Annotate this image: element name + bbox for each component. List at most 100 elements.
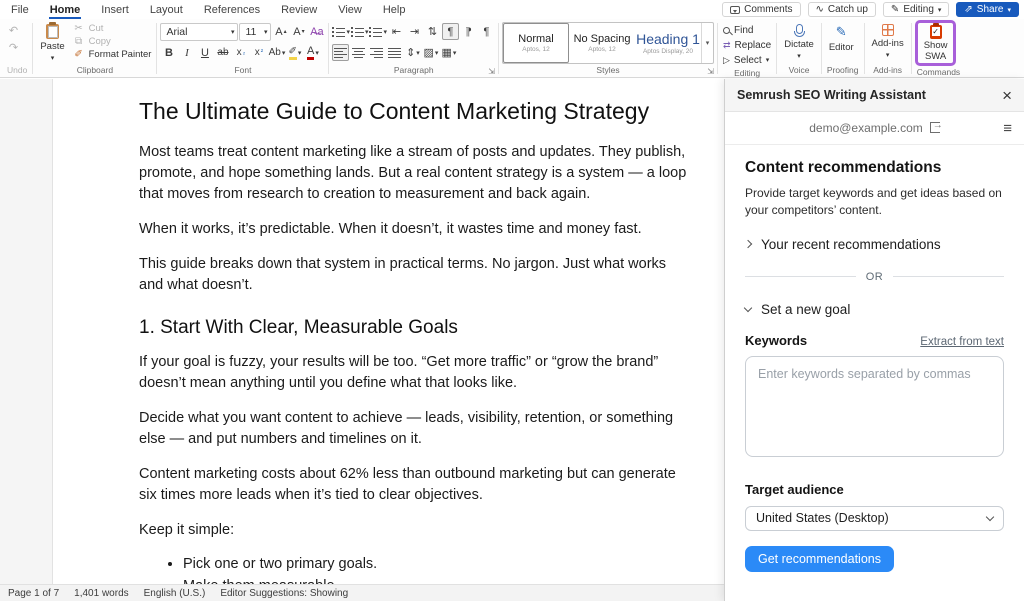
tab-view[interactable]: View (337, 2, 363, 18)
paragraph: Most teams treat content marketing like … (139, 142, 690, 205)
right-to-left-button[interactable]: ¶ (460, 23, 477, 40)
multilevel-list-button[interactable]: ▾ (369, 23, 387, 40)
clear-formatting-icon: A̶a (310, 26, 323, 38)
superscript-button[interactable]: x² (250, 44, 267, 61)
swa-label-line2: SWA (925, 51, 946, 62)
account-email: demo@example.com (809, 121, 923, 135)
style-normal[interactable]: Normal Aptos, 12 (503, 23, 569, 63)
style-heading-1[interactable]: Heading 1 Aptos Display, 20 (635, 23, 701, 63)
chevron-down-icon: ▾ (886, 51, 890, 59)
extract-from-text-link[interactable]: Extract from text (920, 336, 1004, 348)
style-no-spacing[interactable]: No Spacing Aptos, 12 (569, 23, 635, 63)
format-painter-button[interactable]: ✐ Format Painter (71, 48, 154, 61)
tab-home[interactable]: Home (49, 2, 82, 18)
paste-button[interactable]: Paste ▾ (36, 22, 68, 62)
styles-gallery-more-button[interactable]: ▾ (701, 23, 713, 63)
word-count[interactable]: 1,401 words (74, 588, 128, 599)
get-recommendations-button[interactable]: Get recommendations (745, 546, 894, 572)
decrease-indent-button[interactable]: ⇤ (388, 23, 405, 40)
copy-icon: ⧉ (73, 36, 85, 47)
styles-dialog-launcher[interactable]: ⇲ (707, 67, 714, 76)
target-audience-select[interactable]: United States (Desktop) (745, 506, 1004, 531)
swa-label-line1: Show (924, 40, 948, 51)
show-swa-button[interactable]: Show SWA (920, 23, 952, 63)
borders-button[interactable]: ▦▾ (440, 44, 457, 61)
line-spacing-button[interactable]: ⇕▾ (404, 44, 421, 61)
select-button[interactable]: ▷ Select ▾ (721, 53, 773, 67)
tab-help[interactable]: Help (382, 2, 407, 18)
shading-button[interactable]: ▨▾ (422, 44, 439, 61)
comment-icon (730, 6, 740, 14)
add-ins-button[interactable]: Add-ins ▾ (868, 22, 908, 59)
share-button[interactable]: ⇗ Share ▾ (956, 2, 1019, 17)
copy-button[interactable]: ⧉ Copy (71, 35, 154, 48)
grow-font-button[interactable]: A▴ (272, 23, 289, 40)
editing-mode-button[interactable]: ✎ Editing ▾ (883, 2, 949, 17)
increase-indent-button[interactable]: ⇥ (406, 23, 423, 40)
numbering-button[interactable]: ▾ (351, 23, 369, 40)
section-heading: 1. Start With Clear, Measurable Goals (139, 317, 690, 339)
recent-recommendations-toggle[interactable]: Your recent recommendations (745, 237, 941, 252)
document-page[interactable]: The Ultimate Guide to Content Marketing … (52, 79, 725, 584)
or-divider: OR (745, 271, 1004, 283)
left-to-right-button[interactable]: ¶ (442, 23, 459, 40)
language-indicator[interactable]: English (U.S.) (144, 588, 206, 599)
align-right-button[interactable] (368, 44, 385, 61)
close-icon[interactable]: × (1002, 87, 1012, 104)
redo-button[interactable]: ↷ (5, 39, 22, 56)
dictate-button[interactable]: Dictate ▾ (780, 22, 818, 60)
group-font: Arial ▾ 11 ▾ A▴ A▾ A̶a B I (157, 20, 328, 77)
copy-label: Copy (89, 36, 111, 47)
font-name-value: Arial (166, 26, 187, 38)
tab-file[interactable]: File (10, 2, 30, 18)
logout-button[interactable] (930, 121, 940, 136)
set-new-goal-toggle[interactable]: Set a new goal (745, 302, 850, 317)
font-color-button[interactable]: A▾ (304, 44, 321, 61)
subscript-button[interactable]: x₂ (232, 44, 249, 61)
text-effects-button[interactable]: Ab▾ (268, 44, 285, 61)
target-audience-label: Target audience (745, 482, 1004, 497)
font-size-combo[interactable]: 11 ▾ (239, 23, 271, 41)
highlight-color-button[interactable]: ✐▾ (286, 44, 303, 61)
tab-insert[interactable]: Insert (100, 2, 130, 18)
show-hide-marks-button[interactable]: ¶ (478, 23, 495, 40)
tab-review[interactable]: Review (280, 2, 318, 18)
editor-pen-icon: ✎ (836, 24, 847, 40)
editor-suggestions-indicator[interactable]: Editor Suggestions: Showing (220, 588, 348, 599)
tab-layout[interactable]: Layout (149, 2, 184, 18)
catch-up-button[interactable]: ∿ Catch up (808, 2, 876, 17)
sort-button[interactable]: ⇅ (424, 23, 441, 40)
group-label-paragraph: Paragraph (394, 65, 434, 75)
menu-icon[interactable]: ≡ (1003, 120, 1012, 137)
align-center-button[interactable] (350, 44, 367, 61)
cut-button[interactable]: ✂ Cut (71, 22, 154, 35)
tab-references[interactable]: References (203, 2, 261, 18)
set-new-goal-label: Set a new goal (761, 302, 850, 317)
style-sub: Aptos Display, 20 (643, 48, 693, 55)
align-left-button[interactable] (332, 44, 349, 61)
underline-button[interactable]: U (196, 44, 213, 61)
editor-label: Editor (829, 42, 854, 53)
comments-button[interactable]: Comments (722, 2, 800, 17)
italic-button[interactable]: I (178, 44, 195, 61)
clear-formatting-button[interactable]: A̶a (308, 23, 325, 40)
editor-button[interactable]: ✎ Editor (825, 22, 858, 53)
find-label: Find (734, 25, 753, 36)
page-indicator[interactable]: Page 1 of 7 (8, 588, 59, 599)
shrink-font-button[interactable]: A▾ (290, 23, 307, 40)
undo-button[interactable]: ↶ (5, 22, 22, 39)
chevron-down-icon (986, 513, 994, 521)
paragraph-dialog-launcher[interactable]: ⇲ (488, 67, 495, 76)
bullets-button[interactable]: ▾ (332, 23, 350, 40)
chevron-down-icon: ▾ (1007, 6, 1011, 14)
catch-up-label: Catch up (828, 4, 868, 15)
replace-button[interactable]: ⇄ Replace (721, 38, 773, 52)
microphone-icon (796, 24, 803, 34)
find-button[interactable]: Find (721, 23, 773, 37)
justify-button[interactable] (386, 44, 403, 61)
keywords-input[interactable] (745, 356, 1004, 457)
strikethrough-button[interactable]: ab (214, 44, 231, 61)
font-name-combo[interactable]: Arial ▾ (160, 23, 238, 41)
group-label-clipboard: Clipboard (77, 65, 113, 75)
bold-button[interactable]: B (160, 44, 177, 61)
